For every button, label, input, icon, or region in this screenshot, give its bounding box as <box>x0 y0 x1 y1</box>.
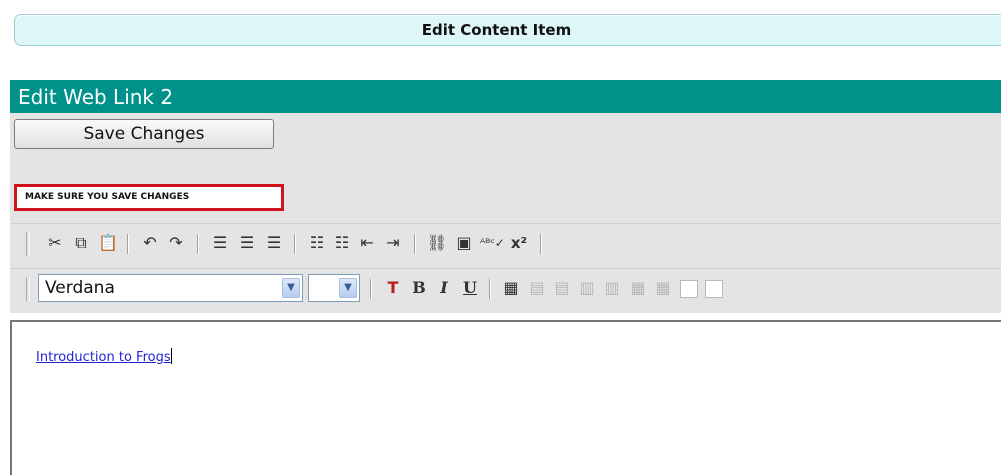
table-merge-icon[interactable]: ▦ <box>627 277 649 299</box>
toolbar-separator <box>540 234 542 254</box>
toolbar-row-1: ✂ ⧉ 📋 ↶ ↷ ☰ ☰ ☰ ☷ ☷ ⇤ ⇥ ⛓ ▣ ᴬᴮᶜ✓ x² <box>10 223 1001 262</box>
bold-icon[interactable]: B <box>408 277 430 299</box>
save-changes-button[interactable]: Save Changes <box>14 119 274 149</box>
table-delete-row-icon[interactable]: ▤ <box>551 277 573 299</box>
align-left-icon[interactable]: ☰ <box>209 232 231 254</box>
link-icon[interactable]: ⛓ <box>426 232 448 254</box>
editor-panel: Save Changes MAKE SURE YOU SAVE CHANGES … <box>10 113 1001 313</box>
undo-icon[interactable]: ↶ <box>139 232 161 254</box>
editor-link-text[interactable]: Introduction to Frogs <box>36 348 172 365</box>
page-title: Edit Content Item <box>421 21 572 39</box>
toolbar-separator <box>370 279 372 299</box>
toolbar-grip[interactable] <box>26 277 30 301</box>
superscript-icon[interactable]: x² <box>508 232 530 254</box>
cell-props-icon[interactable] <box>680 280 698 298</box>
italic-icon[interactable]: I <box>433 277 455 299</box>
table-split-icon[interactable]: ▦ <box>652 277 674 299</box>
outdent-icon[interactable]: ⇤ <box>356 232 378 254</box>
image-icon[interactable]: ▣ <box>453 232 475 254</box>
numbered-list-icon[interactable]: ☷ <box>306 232 328 254</box>
toolbar-grip[interactable] <box>26 232 30 256</box>
toolbar-separator <box>414 234 416 254</box>
section-title: Edit Web Link 2 <box>18 85 174 109</box>
paste-icon[interactable]: 📋 <box>97 232 119 254</box>
toolbar-row-2: Verdana ▼ ▼ T B I U ▦ ▤ ▤ ▥ ▥ ▦ ▦ <box>10 268 1001 307</box>
align-right-icon[interactable]: ☰ <box>263 232 285 254</box>
table-icon[interactable]: ▦ <box>500 277 522 299</box>
section-title-bar: Edit Web Link 2 <box>10 80 1001 113</box>
spellcheck-icon[interactable]: ᴬᴮᶜ✓ <box>480 232 505 254</box>
cut-icon[interactable]: ✂ <box>44 232 66 254</box>
table-insert-col-icon[interactable]: ▥ <box>576 277 598 299</box>
redo-icon[interactable]: ↷ <box>165 232 187 254</box>
chevron-down-icon[interactable]: ▼ <box>339 278 357 298</box>
rich-text-editor[interactable]: Introduction to Frogs <box>10 320 1001 475</box>
chevron-down-icon[interactable]: ▼ <box>282 278 300 298</box>
table-insert-row-icon[interactable]: ▤ <box>526 277 548 299</box>
toolbar-separator <box>294 234 296 254</box>
toolbar-separator <box>127 234 129 254</box>
bulleted-list-icon[interactable]: ☷ <box>331 232 353 254</box>
table-delete-col-icon[interactable]: ▥ <box>601 277 623 299</box>
align-center-icon[interactable]: ☰ <box>236 232 258 254</box>
table-props-icon[interactable] <box>705 280 723 298</box>
toolbar-separator <box>489 279 491 299</box>
text-color-icon[interactable]: T <box>382 277 404 299</box>
indent-icon[interactable]: ⇥ <box>382 232 404 254</box>
font-family-select[interactable]: Verdana ▼ <box>38 274 303 302</box>
underline-icon[interactable]: U <box>459 277 481 299</box>
copy-icon[interactable]: ⧉ <box>70 232 92 254</box>
toolbar-separator <box>197 234 199 254</box>
font-family-value: Verdana <box>45 278 115 298</box>
save-warning-banner: MAKE SURE YOU SAVE CHANGES <box>14 184 284 211</box>
page-header: Edit Content Item <box>14 14 1001 46</box>
link-text[interactable]: Introduction to Frogs <box>36 350 171 365</box>
font-size-select[interactable]: ▼ <box>308 274 360 302</box>
text-caret <box>170 348 172 364</box>
